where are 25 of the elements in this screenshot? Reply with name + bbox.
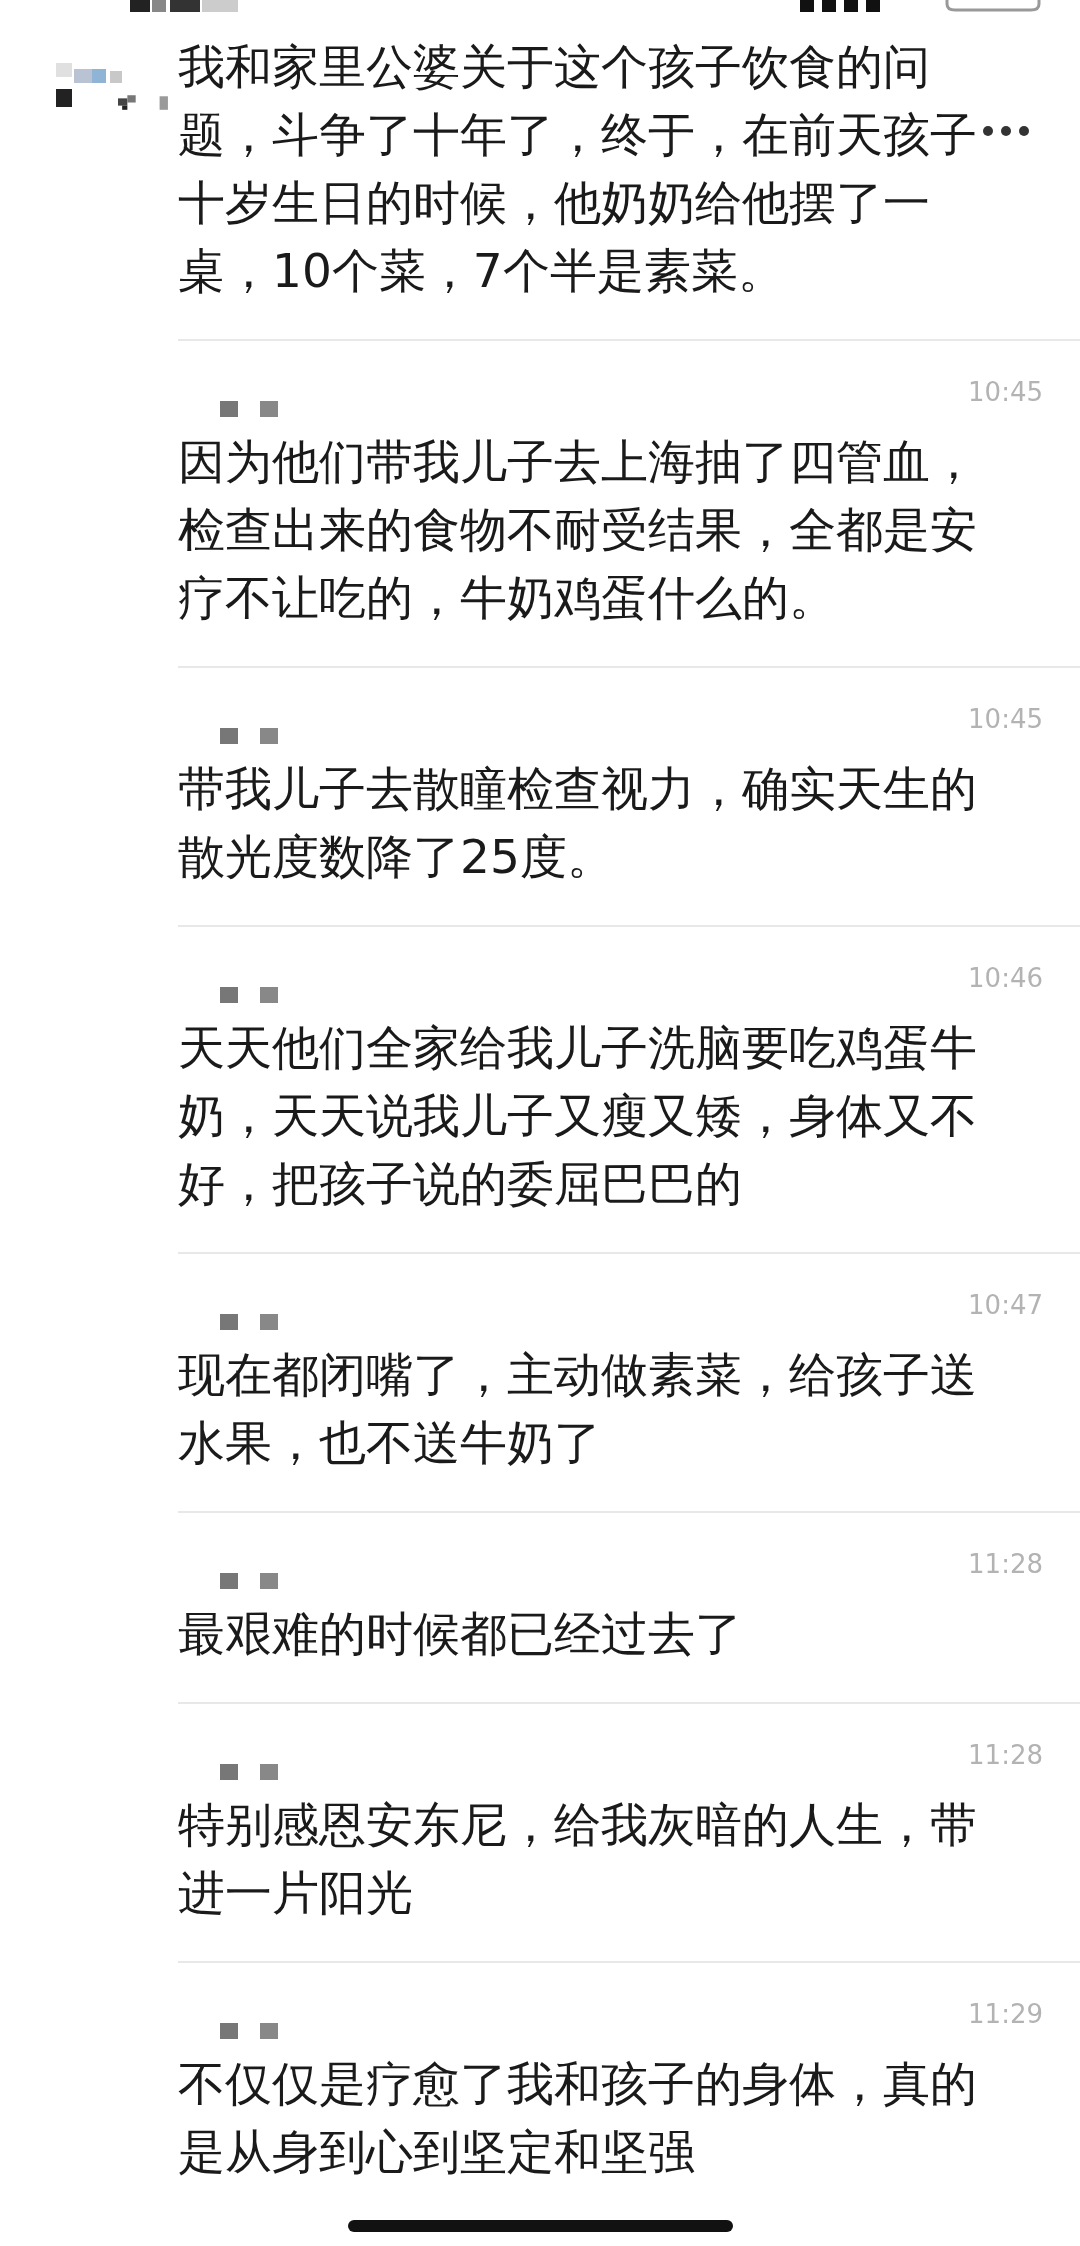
redacted-name-drawing [220,987,278,1003]
redacted-name-drawing [220,2023,278,2039]
message-time: 10:45 [968,376,1043,409]
redacted-name-drawing [220,1573,278,1589]
redacted-name-drawing [220,1764,278,1780]
message-time: 11:29 [968,1998,1043,2031]
redacted-name-drawing [220,1314,278,1330]
message-text: 我和家里公婆关于这个孩子饮食的问题，斗争了十年了，终于，在前天孩子十岁生日的时候，他奶奶给他摆了一桌，10个菜，7个半是素菜。 [178,38,978,300]
message-text: 特别感恩安东尼，给我灰暗的人生，带进一片阳光 [178,1796,978,1922]
message-text: 不仅仅是疗愈了我和孩子的身体，真的是从身到心到坚定和坚强 [178,2055,978,2181]
signal-icon [800,0,880,12]
message-text: 天天他们全家给我儿子洗脑要吃鸡蛋牛奶，天天说我儿子又瘦又矮，身体又不好，把孩子说的委屈巴巴的 [178,1019,978,1213]
redacted-name-drawing [220,728,278,744]
message-time: 11:28 [968,1548,1043,1581]
message-time: 11:28 [968,1739,1043,1772]
message-time: 10:46 [968,962,1043,995]
message-text: 现在都闭嘴了，主动做素菜，给孩子送水果，也不送牛奶了 [178,1346,978,1472]
message-text: 带我儿子去散瞳检查视力，确实天生的散光度数降了25度。 [178,760,978,886]
message-text: 因为他们带我儿子去上海抽了四管血，检查出来的食物不耐受结果，全都是安疗不让吃的，牛奶鸡蛋什么的。 [178,433,978,627]
message-text: 最艰难的时候都已经过去了 [178,1605,743,1663]
message-time: 10:47 [968,1289,1043,1322]
more-icon[interactable] [982,125,1030,137]
message-time: 10:45 [968,703,1043,736]
redacted-name-drawing [118,93,170,111]
redacted-name-drawing [220,401,278,417]
